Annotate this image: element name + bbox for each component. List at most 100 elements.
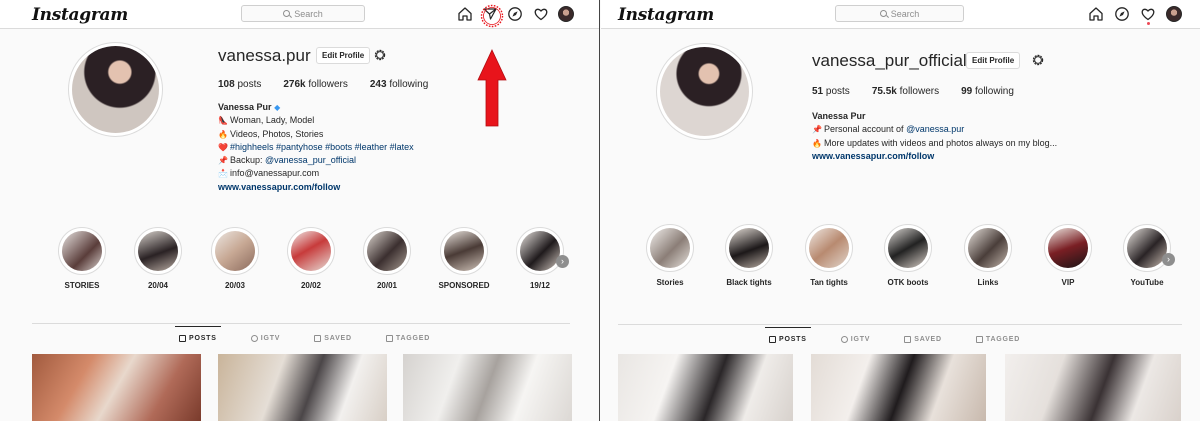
top-nav-bar: Instagram Search [601,0,1200,29]
search-placeholder: Search [890,8,920,19]
verified-diamond-icon: ◆ [274,103,281,112]
highlight-cover [650,228,690,268]
post-thumbnail[interactable] [811,354,986,421]
activity-heart-icon[interactable] [1140,6,1156,22]
highlights-next-arrow-icon[interactable]: › [556,255,569,268]
grid-icon [769,336,776,343]
right-profile-panel: Instagram Search vanessa_pur_official Ed… [601,0,1200,421]
profile-avatar-icon[interactable] [1166,6,1182,22]
search-input[interactable]: Search [835,5,964,22]
highlight-label: Links [977,278,999,287]
instagram-logo[interactable]: Instagram [32,5,128,25]
profile-stats: 108 posts 276k followers 243 following [218,79,428,90]
left-profile-panel: Instagram Search vanessa.pur Edit Profil… [0,0,600,421]
highlight-cover [1048,228,1088,268]
settings-gear-icon[interactable] [1031,53,1045,67]
post-thumbnail[interactable] [1005,354,1181,421]
story-highlight[interactable]: 20/04 [128,227,188,290]
story-highlight[interactable]: STORIES [52,227,112,290]
explore-icon[interactable] [1114,6,1130,22]
highlight-label: 19/12 [529,281,551,290]
tab-tagged[interactable]: TAGGED [975,328,1020,343]
highlight-label: SPONSORED [438,281,490,290]
highlight-cover [138,231,178,271]
story-highlight[interactable]: SPONSORED [434,227,494,290]
story-highlight[interactable]: 20/01 [357,227,417,290]
profile-avatar-icon[interactable] [558,6,574,22]
personal-account-link[interactable]: @vanessa.pur [906,124,964,134]
highlight-cover [729,228,769,268]
search-icon [879,10,887,17]
tab-saved[interactable]: SAVED [904,328,942,343]
highlight-cover [215,231,255,271]
bio-website-link[interactable]: www.vanessapur.com/follow [218,181,478,194]
following-count[interactable]: 243 following [370,79,428,90]
highlight-label: 20/03 [224,281,246,290]
highlights-next-arrow-icon[interactable]: › [1162,253,1175,266]
highlight-cover [444,231,484,271]
post-thumbnail[interactable] [32,354,201,421]
highlight-cover [809,228,849,268]
activity-heart-icon[interactable] [533,6,549,22]
envelope-icon: 📩 [218,169,228,179]
story-highlight[interactable]: Links [958,224,1018,287]
story-highlight[interactable]: 20/03 [205,227,265,290]
bookmark-icon [314,335,322,342]
backup-account-link[interactable]: @vanessa_pur_official [265,155,356,165]
tab-igtv[interactable]: IGTV [840,328,871,343]
bio-name: Vanessa Pur [218,102,272,112]
profile-picture[interactable] [68,42,163,137]
search-placeholder: Search [294,8,323,19]
tagged-icon [975,336,983,343]
explore-icon[interactable] [507,6,523,22]
highlight-cover [291,231,331,271]
story-highlight[interactable]: 20/02 [281,227,341,290]
followers-count[interactable]: 75.5k followers [872,86,939,97]
highlight-cover [520,231,560,271]
story-highlight[interactable]: Black tights [719,224,779,287]
highlight-cover [968,228,1008,268]
story-highlight[interactable]: Tan tights [799,224,859,287]
profile-tabs: POSTS IGTV SAVED TAGGED [175,326,430,342]
followers-count[interactable]: 276k followers [283,79,348,90]
story-highlight[interactable]: VIP [1038,224,1098,287]
profile-tabs: POSTS IGTV SAVED TAGGED [765,327,1020,343]
tagged-icon [385,335,393,342]
bio-line: 🔥 More updates with videos and photos alw… [812,137,1112,150]
home-icon[interactable] [457,6,473,22]
post-thumbnail[interactable] [218,354,387,421]
profile-picture[interactable] [656,43,753,140]
profile-photo [660,47,749,136]
instagram-logo[interactable]: Instagram [618,5,714,25]
tab-igtv[interactable]: IGTV [250,327,281,342]
highlight-label: 20/02 [300,281,322,290]
fire-icon: 🔥 [218,129,228,139]
highlight-cover [367,231,407,271]
edit-profile-button[interactable]: Edit Profile [966,52,1021,69]
edit-profile-button[interactable]: Edit Profile [316,47,371,64]
tab-posts[interactable]: POSTS [175,326,221,342]
highlight-cover [1127,228,1167,268]
igtv-icon [250,335,258,342]
high-heel-icon: 👠 [218,116,228,126]
settings-gear-icon[interactable] [373,48,387,62]
tab-tagged[interactable]: TAGGED [385,327,430,342]
profile-bio: Vanessa Pur ◆ 👠 Woman, Lady, Model 🔥 Video… [218,101,478,194]
tab-saved[interactable]: SAVED [314,327,352,342]
bio-website-link[interactable]: www.vanessapur.com/follow [812,150,1112,163]
heart-icon: ❤️ [218,142,228,152]
pushpin-icon: 📌 [812,125,822,135]
story-highlight[interactable]: Stories [640,224,700,287]
post-thumbnail[interactable] [403,354,572,421]
home-icon[interactable] [1088,6,1104,22]
story-highlight[interactable]: OTK boots [878,224,938,287]
search-icon [283,10,291,17]
following-count[interactable]: 99 following [961,86,1014,97]
search-input[interactable]: Search [241,5,365,22]
tab-posts[interactable]: POSTS [765,327,811,343]
bio-hashtags[interactable]: #highheels #pantyhose #boots #leather #l… [230,142,414,152]
highlight-label: Stories [656,278,684,287]
post-thumbnail[interactable] [618,354,793,421]
bookmark-icon [904,336,912,343]
highlight-label: STORIES [64,281,100,290]
